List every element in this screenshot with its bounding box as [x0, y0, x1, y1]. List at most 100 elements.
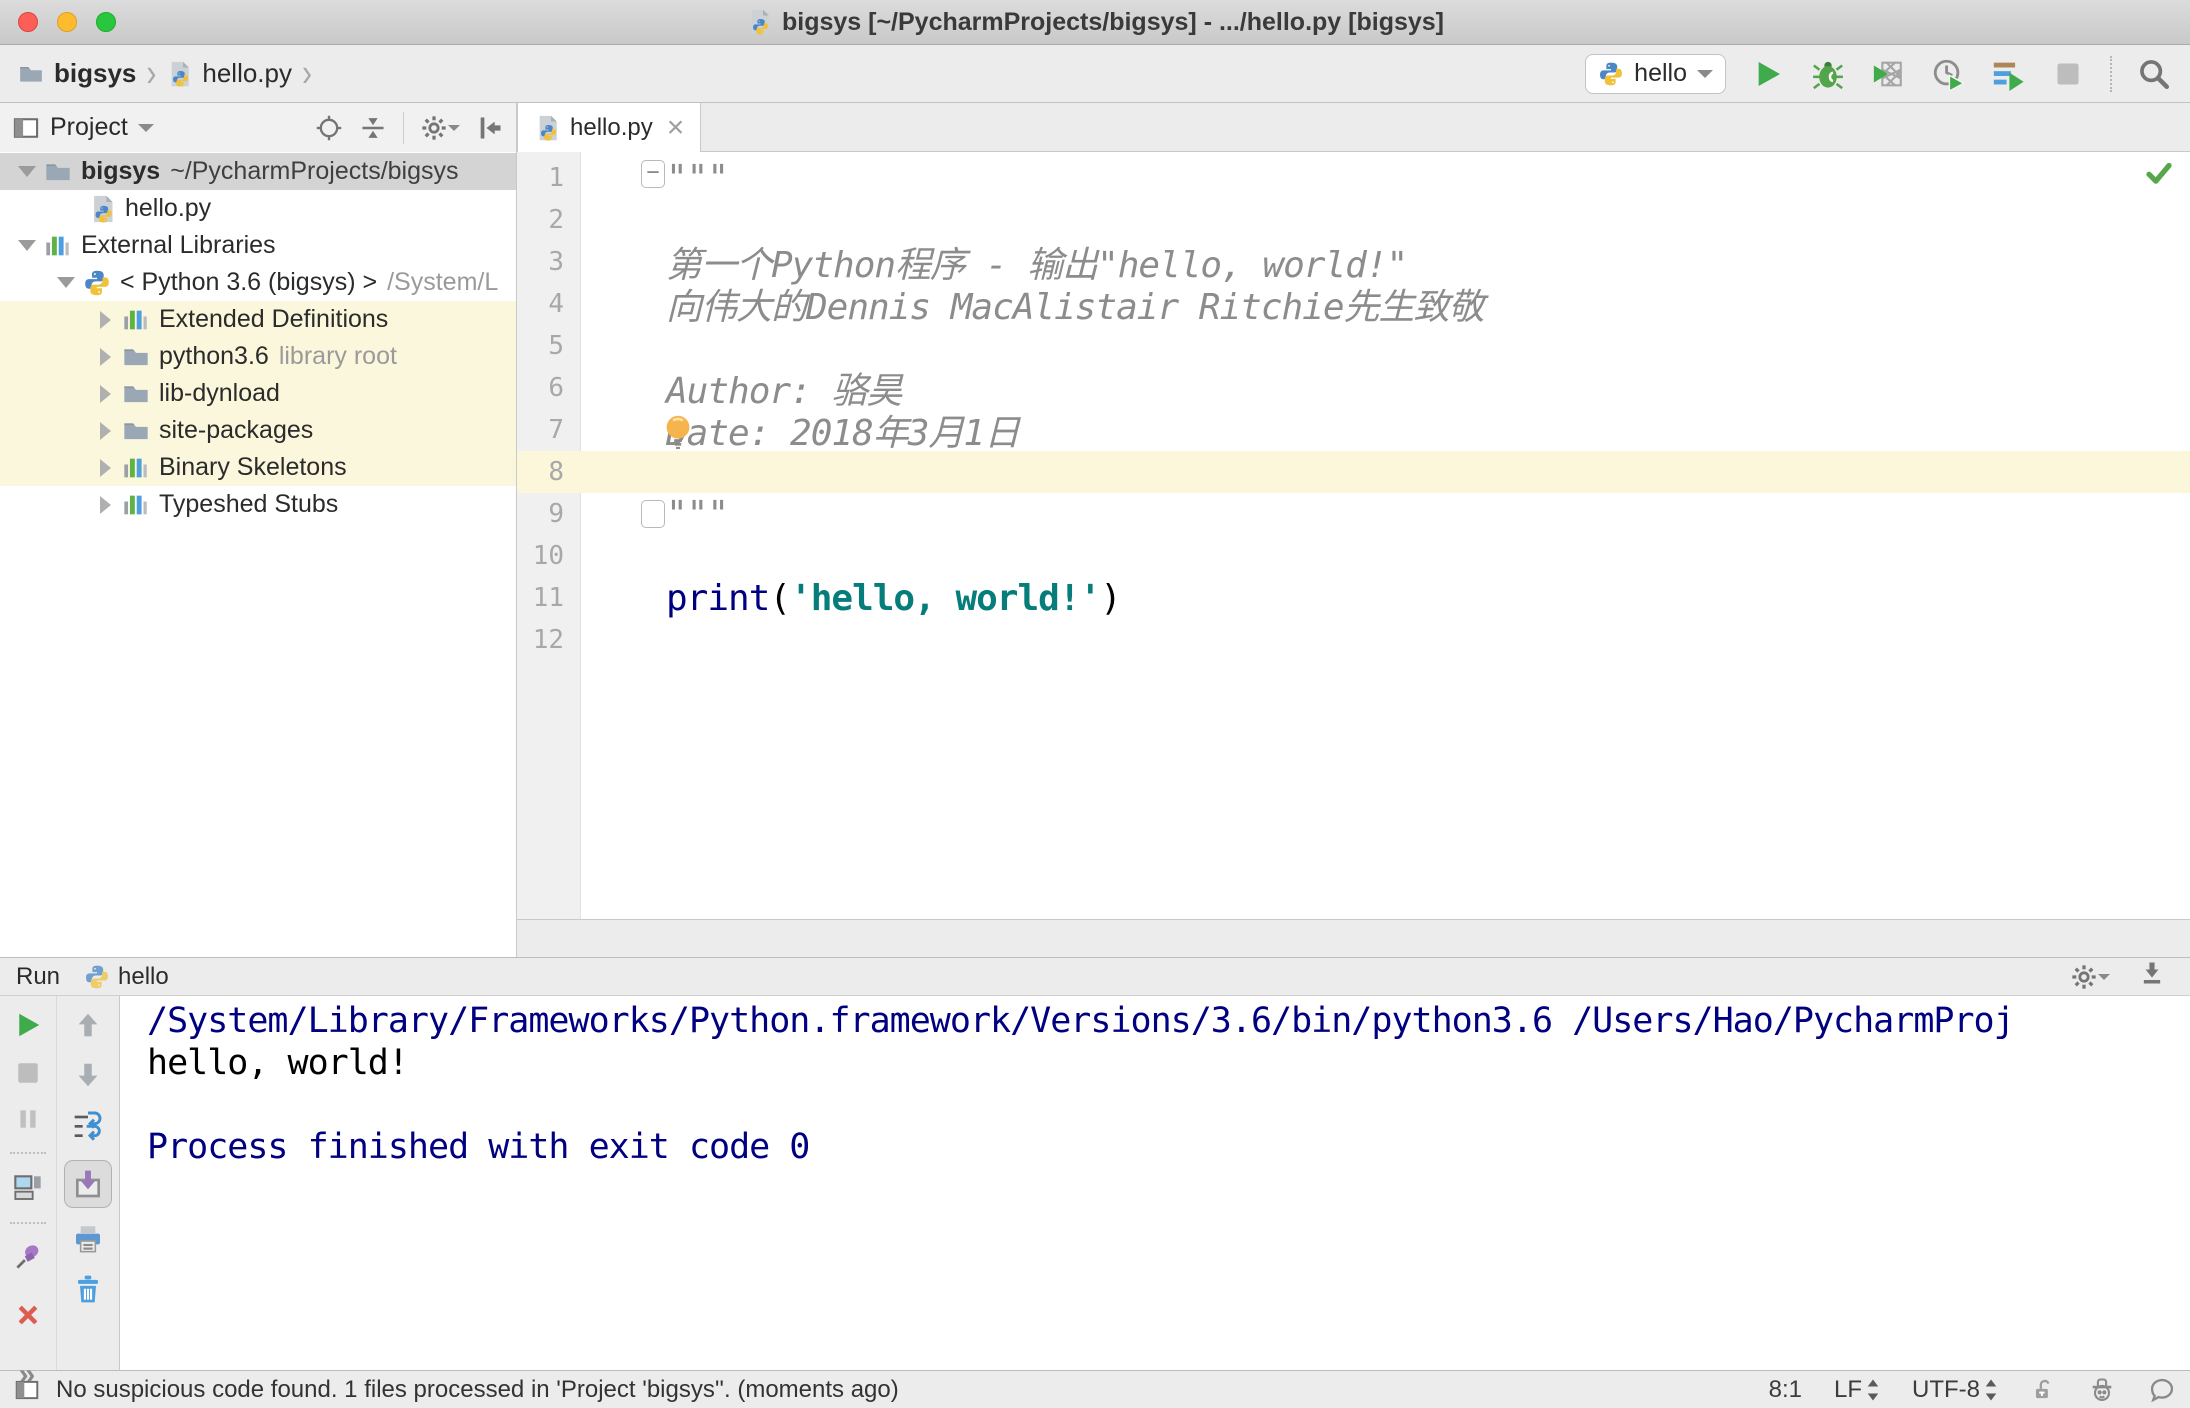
pin-tab-button[interactable] [11, 1242, 45, 1272]
panel-settings-button[interactable] [420, 114, 460, 142]
tree-collapsed-arrow-icon[interactable] [88, 421, 122, 440]
editor-line-8[interactable]: 8 [517, 451, 2190, 493]
line-number[interactable]: 9 [517, 499, 580, 529]
encoding-widget[interactable]: UTF-8 [1912, 1376, 1998, 1404]
tree-item-external-libraries[interactable]: External Libraries [0, 227, 516, 264]
editor-line-10[interactable]: 10 [517, 535, 2190, 577]
run-button[interactable] [1750, 56, 1786, 92]
restore-layout-button[interactable] [11, 1172, 45, 1202]
status-bar: No suspicious code found. 1 files proces… [0, 1370, 2190, 1408]
inspections-hector-icon[interactable] [2088, 1376, 2116, 1404]
tree-item-hello-py[interactable]: hello.py [0, 190, 516, 227]
line-number[interactable]: 2 [517, 205, 580, 235]
hide-panel-button[interactable] [476, 114, 504, 142]
line-separator-widget[interactable]: LF [1834, 1376, 1880, 1404]
line-number[interactable]: 5 [517, 331, 580, 361]
editor-line-9[interactable]: 9 """ [517, 493, 2190, 535]
inspections-ok-check-icon[interactable] [2144, 158, 2174, 188]
tree-item-extended-definitions[interactable]: Extended Definitions [0, 301, 516, 338]
tree-collapsed-arrow-icon[interactable] [88, 310, 122, 329]
tree-collapsed-arrow-icon[interactable] [88, 384, 122, 403]
line-number[interactable]: 3 [517, 247, 580, 277]
intention-bulb-icon[interactable] [663, 414, 693, 450]
run-console-output[interactable]: /System/Library/Frameworks/Python.framew… [120, 996, 2190, 1370]
pause-output-button[interactable] [11, 1106, 45, 1132]
up-stack-trace-button[interactable] [71, 1010, 105, 1040]
run-with-coverage-button[interactable] [1870, 56, 1906, 92]
clear-console-button[interactable] [71, 1274, 105, 1304]
code-text[interactable]: Date: 2018年3月1日 [580, 404, 1020, 456]
tree-item-label: Typeshed Stubs [159, 490, 339, 518]
close-run-panel-button[interactable] [11, 1300, 45, 1330]
fold-region-start-marker[interactable]: − [641, 160, 665, 188]
caret-position-widget[interactable]: 8:1 [1769, 1376, 1802, 1404]
editor-line-1[interactable]: 1 """ [517, 157, 2190, 199]
tool-window-toggle-icon[interactable] [14, 1377, 40, 1403]
editor-line-3[interactable]: 3 第一个Python程序 - 输出"hello, world!" [517, 241, 2190, 286]
search-everywhere-button[interactable] [2136, 56, 2172, 92]
down-stack-trace-button[interactable] [71, 1060, 105, 1090]
line-number[interactable]: 10 [517, 541, 580, 571]
concurrency-diagram-button[interactable] [1990, 56, 2026, 92]
tree-item-path: library root [278, 342, 397, 370]
collapse-all-button[interactable] [359, 114, 387, 142]
close-tab-icon[interactable]: × [667, 112, 685, 142]
editor-line-5[interactable]: 5 [517, 325, 2190, 367]
tree-collapsed-arrow-icon[interactable] [88, 458, 122, 477]
run-settings-button[interactable] [2070, 963, 2110, 991]
tree-item-binary-skeletons[interactable]: Binary Skeletons [0, 449, 516, 486]
run-tab-hello[interactable]: hello [84, 963, 169, 991]
code-editor[interactable]: 1 """ 2 3 第一个Python程序 - 输出"hello, world!" 4 向伟… [517, 152, 2190, 919]
line-number[interactable]: 4 [517, 289, 580, 319]
breadcrumb-project[interactable]: bigsys [54, 58, 136, 89]
line-number[interactable]: 6 [517, 373, 580, 403]
scroll-to-end-button[interactable] [64, 1160, 112, 1208]
stop-process-button[interactable] [11, 1060, 45, 1086]
code-text[interactable]: print('hello, world!') [580, 578, 1122, 619]
run-configuration-select[interactable]: hello [1585, 53, 1726, 94]
tree-item-lib-dynload[interactable]: lib-dynload [0, 375, 516, 412]
hide-run-panel-button[interactable] [2138, 959, 2166, 994]
line-number[interactable]: 12 [517, 625, 580, 655]
tree-expanded-arrow-icon[interactable] [10, 157, 44, 186]
tree-item-typeshed-stubs[interactable]: Typeshed Stubs [0, 486, 516, 523]
editor-tab-hello-py[interactable]: hello.py × [517, 103, 702, 152]
editor-line-6[interactable]: 6 Author: 骆昊 [517, 367, 2190, 412]
minimize-window-button[interactable] [57, 12, 77, 32]
editor-line-4[interactable]: 4 向伟大的Dennis MacAlistair Ritchie先生致敬 [517, 283, 2190, 328]
print-console-button[interactable] [71, 1224, 105, 1254]
tree-item-bigsys[interactable]: bigsys ~/PycharmProjects/bigsys [0, 153, 516, 190]
soft-wrap-button[interactable] [71, 1110, 105, 1141]
tree-item--python-3-6-bigsys-[interactable]: < Python 3.6 (bigsys) > /System/L [0, 264, 516, 301]
tree-item-python3-6[interactable]: python3.6 library root [0, 338, 516, 375]
editor-line-2[interactable]: 2 [517, 199, 2190, 241]
tree-expanded-arrow-icon[interactable] [49, 268, 83, 297]
code-text[interactable]: 向伟大的Dennis MacAlistair Ritchie先生致敬 [580, 278, 1485, 330]
event-log-bubble-icon[interactable] [2148, 1376, 2176, 1404]
line-number[interactable]: 7 [517, 415, 580, 445]
project-view-select[interactable]: Project [12, 113, 154, 142]
stop-button[interactable] [2050, 56, 2086, 92]
line-number[interactable]: 1 [517, 163, 580, 193]
zoom-window-button[interactable] [96, 12, 116, 32]
editor-line-11[interactable]: 11 print('hello, world!') [517, 577, 2190, 619]
editor-line-7[interactable]: 7 Date: 2018年3月1日 [517, 409, 2190, 454]
pause-icon [15, 1106, 41, 1132]
close-window-button[interactable] [18, 12, 38, 32]
fold-region-end-marker[interactable] [641, 500, 665, 528]
editor-line-12[interactable]: 12 [517, 619, 2190, 661]
line-number[interactable]: 11 [517, 583, 580, 613]
debug-button[interactable] [1810, 56, 1846, 92]
tree-collapsed-arrow-icon[interactable] [88, 495, 122, 514]
breadcrumb-file[interactable]: hello.py [202, 58, 292, 89]
profile-button[interactable] [1930, 56, 1966, 92]
rerun-button[interactable] [11, 1010, 45, 1040]
python-icon [83, 269, 111, 297]
tree-item-site-packages[interactable]: site-packages [0, 412, 516, 449]
project-tree[interactable]: bigsys ~/PycharmProjects/bigsys hello.py Ex… [0, 152, 516, 957]
line-number[interactable]: 8 [517, 457, 580, 487]
tree-expanded-arrow-icon[interactable] [10, 231, 44, 260]
locate-file-button[interactable] [315, 114, 343, 142]
tree-collapsed-arrow-icon[interactable] [88, 347, 122, 366]
unlock-icon[interactable] [2030, 1377, 2056, 1403]
